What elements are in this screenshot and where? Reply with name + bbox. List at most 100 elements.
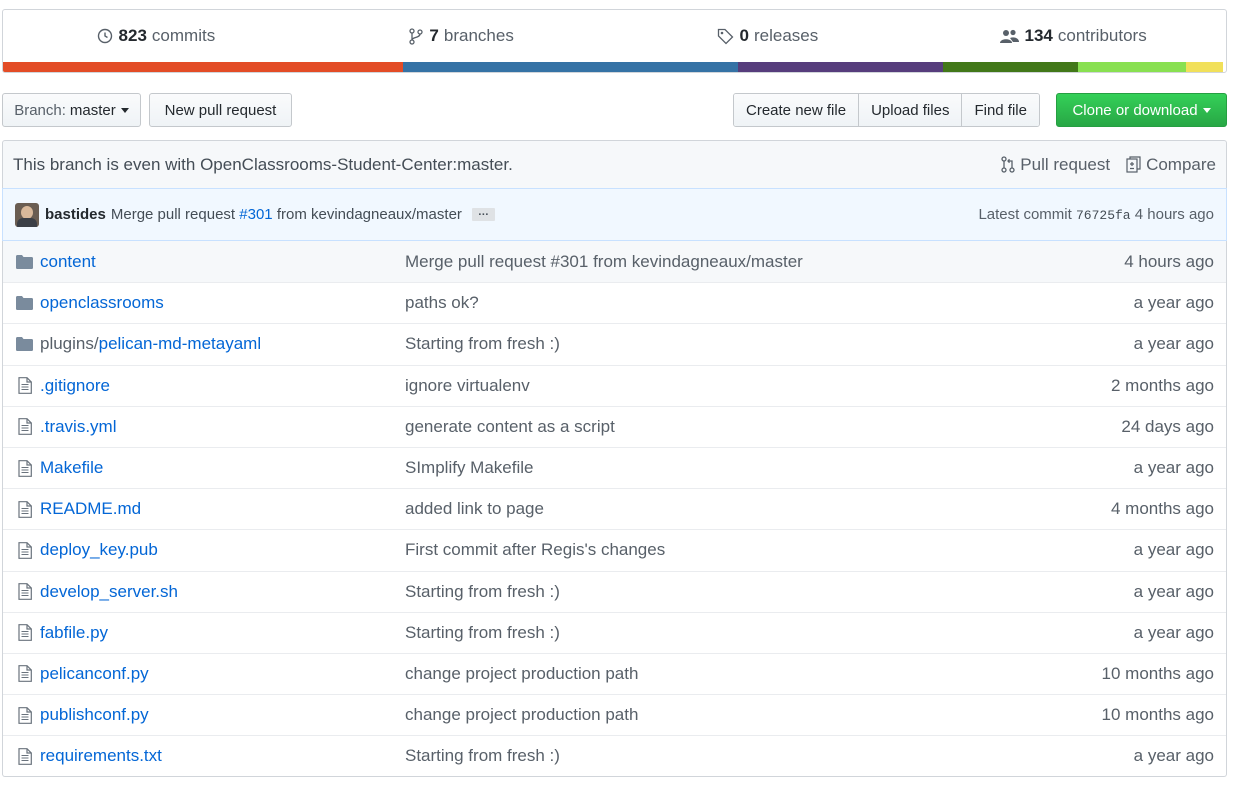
file-row: develop_server.sh Starting from fresh :) a…: [3, 570, 1226, 612]
file-icon: [3, 459, 40, 477]
contributors-count: 134: [1024, 26, 1053, 45]
file-commit-message[interactable]: Starting from fresh :): [405, 746, 1026, 766]
file-name-link[interactable]: README.md: [40, 499, 405, 519]
file-name[interactable]: content: [40, 252, 96, 271]
file-name-link[interactable]: deploy_key.pub: [40, 540, 405, 560]
commit-author[interactable]: bastides: [45, 206, 106, 223]
file-age: 4 months ago: [1110, 499, 1214, 519]
file-name-link[interactable]: pelicanconf.py: [40, 664, 405, 684]
file-name[interactable]: .travis.yml: [40, 417, 117, 436]
file-name-link[interactable]: develop_server.sh: [40, 582, 405, 602]
file-row: deploy_key.pub First commit after Regis's…: [3, 529, 1226, 570]
file-name-link[interactable]: fabfile.py: [40, 623, 405, 643]
language-segment[interactable]: [1077, 62, 1186, 72]
file-name[interactable]: fabfile.py: [40, 623, 108, 642]
file-path-prefix: plugins/: [40, 334, 99, 354]
file-commit-message[interactable]: ignore virtualenv: [405, 376, 1026, 396]
language-segment[interactable]: [738, 62, 944, 72]
find-file-button[interactable]: Find file: [962, 94, 1039, 126]
file-commit-message[interactable]: SImplify Makefile: [405, 458, 1026, 478]
file-row: README.md added link to page 4 months ago: [3, 488, 1226, 529]
branch-select-button[interactable]: Branch: master: [2, 93, 141, 127]
branches-stat[interactable]: 7 branches: [309, 10, 615, 62]
commits-stat[interactable]: 823 commits: [3, 10, 309, 62]
create-new-file-button[interactable]: Create new file: [734, 94, 860, 126]
file-commit-message[interactable]: generate content as a script: [405, 417, 1026, 437]
commit-sha[interactable]: 76725fa: [1076, 208, 1131, 223]
branch-prefix: Branch:: [14, 101, 66, 119]
chevron-down-icon: [120, 107, 129, 113]
file-name[interactable]: requirements.txt: [40, 746, 162, 765]
compare-link[interactable]: Compare: [1126, 155, 1216, 175]
compare-label: Compare: [1146, 154, 1216, 174]
file-name-link[interactable]: plugins/pelican-md-metayaml: [40, 334, 405, 354]
expand-commit-button[interactable]: …: [471, 207, 495, 221]
language-segment[interactable]: [1185, 62, 1224, 72]
language-segment[interactable]: [943, 62, 1078, 72]
file-name-link[interactable]: .gitignore: [40, 376, 405, 396]
file-name-link[interactable]: openclassrooms: [40, 293, 405, 313]
avatar[interactable]: [15, 202, 39, 227]
file-name-link[interactable]: .travis.yml: [40, 417, 405, 437]
tag-icon: [717, 28, 733, 44]
file-row: openclassrooms paths ok? a year ago: [3, 282, 1226, 323]
contributors-stat[interactable]: 134 contributors: [920, 10, 1226, 62]
releases-label: releases: [753, 26, 819, 45]
file-age: a year ago: [1133, 458, 1214, 478]
new-pull-request-button[interactable]: New pull request: [149, 93, 292, 127]
language-segment[interactable]: [3, 62, 403, 72]
file-age: a year ago: [1133, 622, 1214, 642]
history-icon: [97, 28, 112, 44]
commits-label: commits: [151, 26, 216, 45]
file-row: pelicanconf.py change project production …: [3, 652, 1226, 694]
clone-or-download-label: Clone or download: [1072, 101, 1198, 119]
language-segment[interactable]: [402, 62, 738, 72]
branches-count: 7: [429, 26, 439, 45]
file-commit-message[interactable]: paths ok?: [405, 293, 1026, 313]
file-age: a year ago: [1133, 746, 1214, 766]
file-age: 10 months ago: [1101, 705, 1214, 725]
branches-label: branches: [443, 26, 514, 45]
file-commit-message[interactable]: Starting from fresh :): [405, 582, 1026, 602]
commit-age: 4 hours ago: [1134, 206, 1214, 223]
file-name[interactable]: deploy_key.pub: [40, 540, 158, 559]
file-name[interactable]: README.md: [40, 499, 141, 518]
file-commit-message[interactable]: Starting from fresh :): [405, 623, 1026, 643]
file-commit-message[interactable]: Merge pull request #301 from kevindagnea…: [405, 252, 1026, 272]
file-name[interactable]: develop_server.sh: [40, 582, 178, 601]
file-name[interactable]: pelicanconf.py: [40, 664, 149, 683]
file-name-link[interactable]: Makefile: [40, 458, 405, 478]
releases-count: 0: [739, 26, 749, 45]
commit-pr-link[interactable]: #301: [239, 206, 272, 223]
file-name[interactable]: .gitignore: [40, 376, 110, 395]
file-commit-message[interactable]: change project production path: [405, 664, 1026, 684]
pull-request-icon: [1001, 156, 1015, 173]
file-commit-message[interactable]: Starting from fresh :): [405, 334, 1026, 354]
chevron-down-icon: [1202, 107, 1211, 113]
file-name-link[interactable]: requirements.txt: [40, 746, 405, 766]
branch-status-bar: This branch is even with OpenClassrooms-…: [2, 140, 1227, 188]
clone-or-download-button[interactable]: Clone or download: [1056, 93, 1227, 127]
file-name[interactable]: pelican-md-metayaml: [99, 334, 262, 353]
branch-status-message: This branch is even with OpenClassrooms-…: [13, 154, 513, 174]
commit-message-prefix[interactable]: Merge pull request: [111, 206, 235, 223]
pull-request-link[interactable]: Pull request: [1001, 155, 1110, 175]
file-name[interactable]: Makefile: [40, 458, 103, 477]
file-age: a year ago: [1133, 581, 1214, 601]
file-name-link[interactable]: content: [40, 252, 405, 272]
commit-message-suffix[interactable]: from kevindagneaux/master: [277, 206, 462, 223]
file-commit-message[interactable]: First commit after Regis's changes: [405, 540, 1026, 560]
file-name[interactable]: openclassrooms: [40, 293, 164, 312]
file-row: fabfile.py Starting from fresh :) a year a…: [3, 611, 1226, 653]
releases-stat[interactable]: 0 releases: [615, 10, 921, 62]
file-commit-message[interactable]: added link to page: [405, 499, 1026, 519]
branch-name: master: [69, 101, 116, 119]
contributors-label: contributors: [1057, 26, 1147, 45]
file-name[interactable]: publishconf.py: [40, 705, 149, 724]
file-commit-message[interactable]: change project production path: [405, 705, 1026, 725]
language-bar[interactable]: [3, 62, 1226, 72]
folder-icon: [3, 254, 40, 269]
file-name-link[interactable]: publishconf.py: [40, 705, 405, 725]
file-icon: [3, 665, 40, 683]
upload-files-button[interactable]: Upload files: [859, 94, 963, 126]
